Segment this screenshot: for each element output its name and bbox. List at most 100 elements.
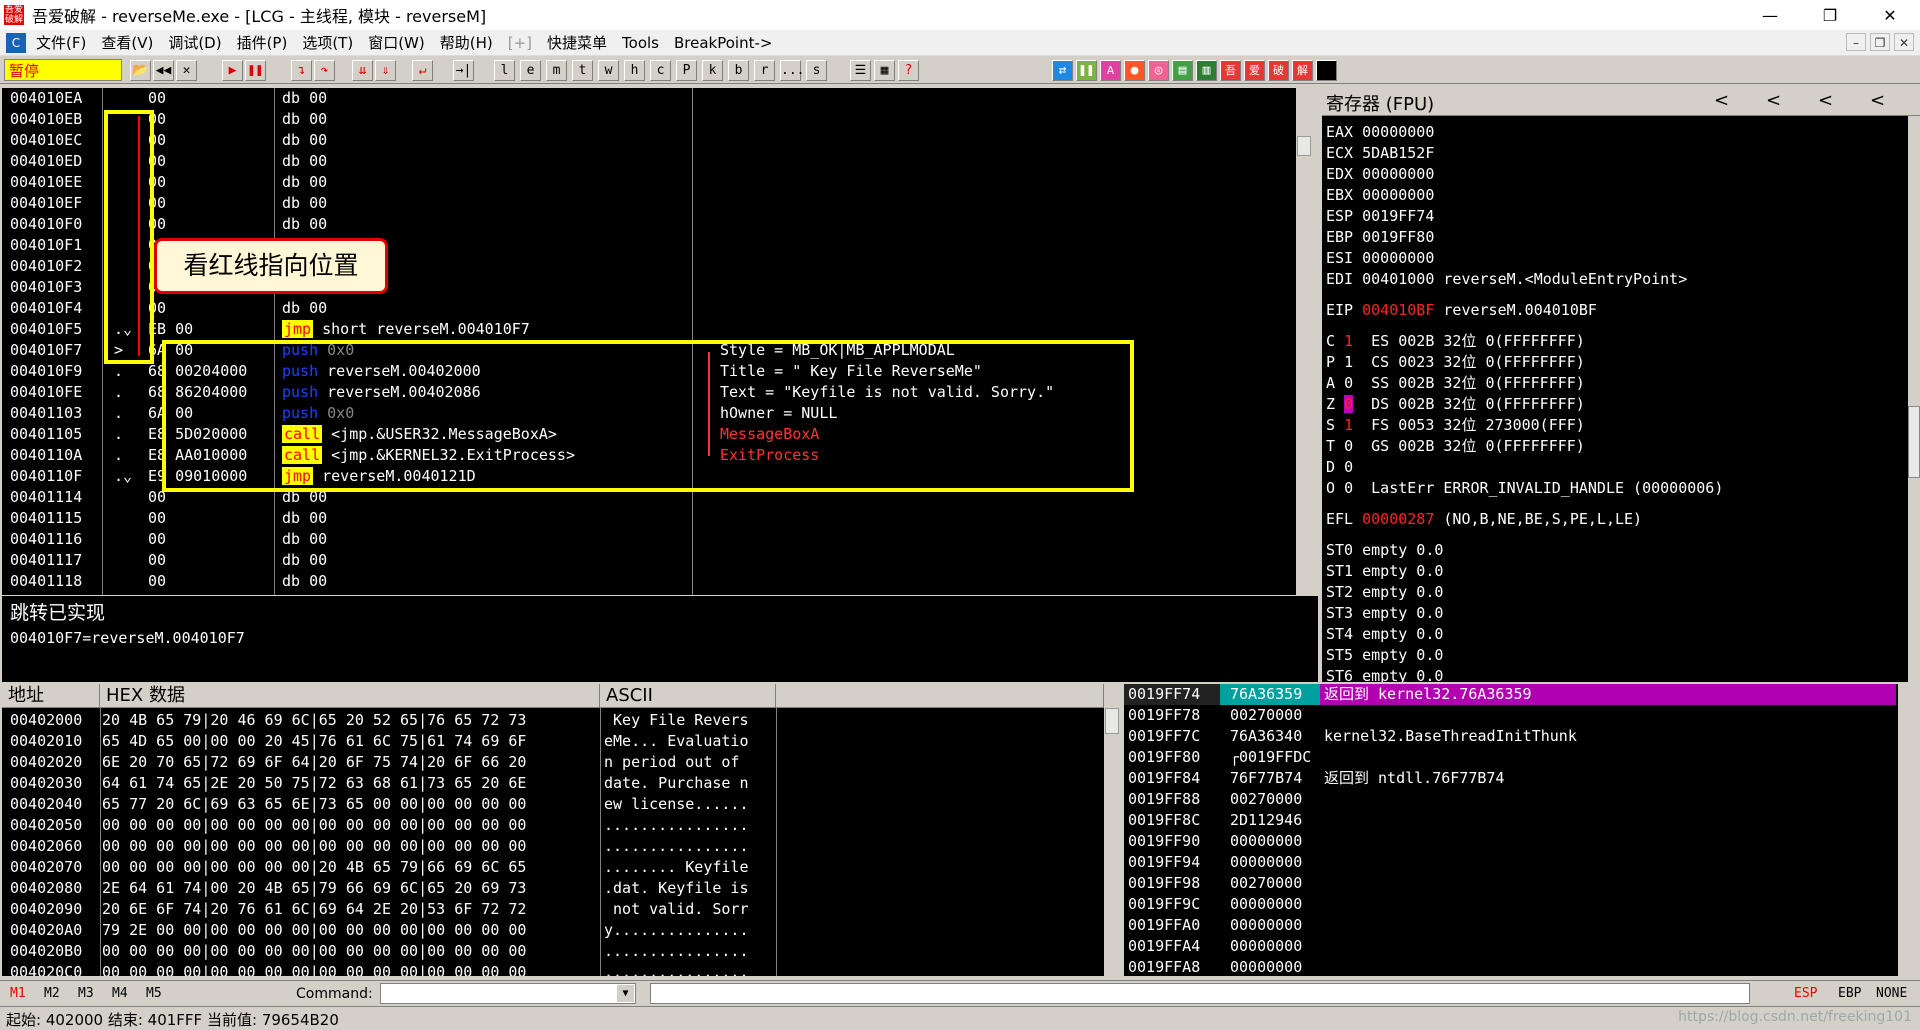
wu-icon[interactable]: 吾: [1220, 60, 1241, 81]
command-input[interactable]: ▼: [380, 983, 636, 1004]
register-line[interactable]: EAX 00000000: [1326, 122, 1434, 143]
reg-arrow-2[interactable]: <: [1766, 90, 1781, 111]
register-line[interactable]: ECX 5DAB152F: [1326, 143, 1434, 164]
dump-row[interactable]: 00402000 20 4B 65 79|20 46 69 6C|65 20 52…: [2, 710, 1102, 731]
reg-arrow-4[interactable]: <: [1870, 90, 1885, 111]
none-button[interactable]: NONE: [1876, 986, 1907, 1001]
cpu-row[interactable]: 004010EB 00 db 00: [2, 109, 1297, 130]
mdi-close-icon[interactable]: ✕: [1894, 33, 1914, 51]
stack-row[interactable]: 0019FF98 00270000: [1124, 873, 1320, 894]
stack-row[interactable]: 0019FF78 00270000: [1124, 705, 1320, 726]
goto-icon[interactable]: →|: [453, 60, 474, 81]
reg-arrow-3[interactable]: <: [1818, 90, 1833, 111]
reg-arrow-1[interactable]: <: [1714, 90, 1729, 111]
toolbar-dots[interactable]: ...: [780, 60, 804, 81]
target-icon[interactable]: ◎: [1148, 60, 1169, 81]
ai-icon[interactable]: 爱: [1244, 60, 1265, 81]
cpu-row[interactable]: 0040110F .⌄ E9 09010000 jmp reverseM.004012…: [2, 466, 1297, 487]
menu-breakpoint[interactable]: BreakPoint->: [674, 34, 772, 52]
registers-scrollbar[interactable]: [1908, 116, 1920, 682]
cpu-row[interactable]: 00401105. E8 5D020000 call <jmp.&USER32.Me…: [2, 424, 1297, 445]
cpu-row[interactable]: 004010EE 00 db 00: [2, 172, 1297, 193]
toolbar-r[interactable]: r: [754, 60, 775, 81]
minimize-button[interactable]: —: [1740, 0, 1800, 30]
trace-into-icon[interactable]: ⇊: [352, 60, 373, 81]
esp-button[interactable]: ESP: [1794, 986, 1817, 1001]
m5-button[interactable]: M5: [146, 986, 162, 1001]
toolbar-s[interactable]: s: [806, 60, 827, 81]
eip-line[interactable]: EIP 004010BF reverseM.004010BF: [1326, 300, 1597, 321]
mdi-minimize-icon[interactable]: –: [1846, 33, 1866, 51]
step-over-icon[interactable]: ↷: [314, 60, 335, 81]
cpu-disassembly-pane[interactable]: 004010EA 00 db 00 004010EB 00 db 00 004010EC 00…: [2, 88, 1312, 595]
cpu-row[interactable]: 004010EF 00 db 00: [2, 193, 1297, 214]
dump-scrollbar[interactable]: [1104, 684, 1120, 976]
cpu-row[interactable]: 004010EC 00 db 00: [2, 130, 1297, 151]
dump-col-ascii[interactable]: ASCII: [600, 684, 776, 708]
patch-icon[interactable]: ▦: [874, 60, 895, 81]
fpu-line[interactable]: ST6 empty 0.0: [1326, 666, 1443, 682]
m4-button[interactable]: M4: [112, 986, 128, 1001]
menu-plus[interactable]: [+]: [508, 34, 532, 52]
close-process-icon[interactable]: ✕: [176, 60, 197, 81]
registers-pane[interactable]: 寄存器 (FPU) < < < < EAX 00000000 ECX 5DAB15…: [1322, 88, 1920, 682]
list-icon[interactable]: ☰: [850, 60, 871, 81]
fpu-line[interactable]: ST4 empty 0.0: [1326, 624, 1443, 645]
cpu-row[interactable]: 00401115 00 db 00: [2, 508, 1297, 529]
register-line[interactable]: EDI 00401000 reverseM.<ModuleEntryPoint>: [1326, 269, 1687, 290]
toolbar-m[interactable]: m: [546, 60, 567, 81]
pause-icon[interactable]: ❚❚: [245, 60, 266, 81]
fpu-line[interactable]: ST3 empty 0.0: [1326, 603, 1443, 624]
flag-line[interactable]: P 1 CS 0023 32位 0(FFFFFFFF): [1326, 352, 1585, 373]
close-button[interactable]: ✕: [1860, 0, 1920, 30]
cpu-scrollbar[interactable]: [1296, 88, 1312, 595]
toolbar-p[interactable]: P: [676, 60, 697, 81]
restore-button[interactable]: ❐: [1800, 0, 1860, 30]
cpu-row[interactable]: 00401118 00 db 00: [2, 571, 1297, 592]
rewind-icon[interactable]: ◀◀: [153, 60, 174, 81]
menu-plugins[interactable]: 插件(P): [237, 32, 288, 53]
dump-row[interactable]: 00402060 00 00 00 00|00 00 00 00|00 00 00…: [2, 836, 1102, 857]
flag-line[interactable]: D 0: [1326, 457, 1371, 478]
stack-row[interactable]: 0019FF9C 00000000: [1124, 894, 1320, 915]
open-icon[interactable]: 📂: [130, 60, 151, 81]
grid-icon[interactable]: ▥: [1196, 60, 1217, 81]
m1-button[interactable]: M1: [10, 986, 26, 1001]
black-icon[interactable]: [1316, 60, 1337, 81]
toolbar-h[interactable]: h: [624, 60, 645, 81]
m3-button[interactable]: M3: [78, 986, 94, 1001]
flag-line[interactable]: O 0 LastErr ERROR_INVALID_HANDLE (000000…: [1326, 478, 1723, 499]
menu-view[interactable]: 查看(V): [101, 32, 153, 53]
toolbar-l[interactable]: l: [494, 60, 515, 81]
chevron-down-icon[interactable]: ▼: [617, 985, 634, 1002]
cpu-row[interactable]: 004010EA 00 db 00: [2, 88, 1297, 109]
po-icon[interactable]: 破: [1268, 60, 1289, 81]
dump-row[interactable]: 00402070 00 00 00 00|00 00 00 00|20 4B 65…: [2, 857, 1102, 878]
cpu-row[interactable]: 00401116 00 db 00: [2, 529, 1297, 550]
stack-comments-pane[interactable]: 返回到 kernel32.76A36359 kernel32.BaseThrea…: [1320, 684, 1918, 976]
dump-row[interactable]: 004020A0 79 2E 00 00|00 00 00 00|00 00 00…: [2, 920, 1102, 941]
fpu-line[interactable]: ST0 empty 0.0: [1326, 540, 1443, 561]
cpu-row[interactable]: 0040110A. E8 AA010000 call <jmp.&KERNEL32.…: [2, 445, 1297, 466]
stack-row[interactable]: 0019FF74 76A36359: [1124, 684, 1320, 705]
step-into-icon[interactable]: ↴: [291, 60, 312, 81]
fpu-line[interactable]: ST2 empty 0.0: [1326, 582, 1443, 603]
fpu-line[interactable]: ST1 empty 0.0: [1326, 561, 1443, 582]
menu-debug[interactable]: 调试(D): [168, 32, 221, 53]
register-line[interactable]: EBX 00000000: [1326, 185, 1434, 206]
stack-row[interactable]: 0019FF80 ┌0019FFDC: [1124, 747, 1320, 768]
menu-help[interactable]: 帮助(H): [440, 32, 493, 53]
toolbar-b[interactable]: b: [728, 60, 749, 81]
flag-line[interactable]: C 1 ES 002B 32位 0(FFFFFFFF): [1326, 331, 1585, 352]
register-line[interactable]: EBP 0019FF80: [1326, 227, 1434, 248]
fpu-line[interactable]: ST5 empty 0.0: [1326, 645, 1443, 666]
stack-scrollbar[interactable]: [1898, 684, 1918, 976]
menu-options[interactable]: 选项(T): [302, 32, 353, 53]
dump-row[interactable]: 00402050 00 00 00 00|00 00 00 00|00 00 00…: [2, 815, 1102, 836]
cpu-row[interactable]: 004010F5 .⌄ EB 00 jmp short reverseM.004010…: [2, 319, 1297, 340]
stack-row[interactable]: 0019FF7C 76A36340: [1124, 726, 1320, 747]
pause-green-icon[interactable]: ❚❚: [1076, 60, 1097, 81]
dump-col-address[interactable]: 地址: [2, 684, 100, 708]
toolbar-t[interactable]: t: [572, 60, 593, 81]
dump-row[interactable]: 00402010 65 4D 65 00|00 00 20 45|76 61 6C…: [2, 731, 1102, 752]
